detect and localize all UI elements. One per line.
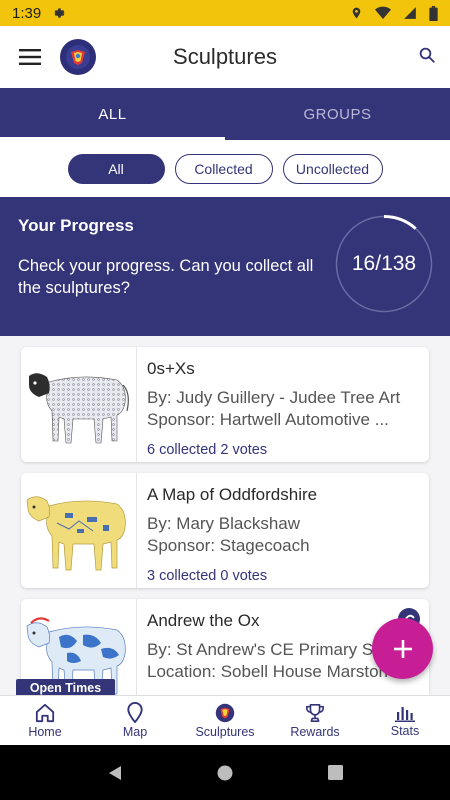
location-icon — [352, 7, 361, 19]
filter-all-chip[interactable]: All — [67, 153, 165, 184]
nav-rewards[interactable]: Rewards — [270, 696, 360, 745]
bar-chart-icon — [395, 706, 415, 722]
trophy-icon — [306, 703, 324, 722]
sculpture-stats: 6 collected 2 votes — [147, 442, 268, 458]
filter-uncollected-chip[interactable]: Uncollected — [282, 153, 383, 184]
plus-icon — [393, 639, 412, 658]
nav-map[interactable]: Map — [90, 696, 180, 745]
list-item-sculpture[interactable]: A Map of Oddfordshire By: Mary Blackshaw… — [21, 473, 429, 588]
sculpture-logo-icon — [215, 703, 235, 722]
nav-sculptures[interactable]: Sculptures — [180, 696, 270, 745]
home-icon — [35, 703, 55, 722]
filter-bar: All Collected Uncollected — [0, 140, 450, 197]
wifi-icon — [375, 6, 391, 19]
battery-icon — [429, 5, 438, 21]
map-pin-icon — [127, 702, 143, 723]
tab-all[interactable]: ALL — [0, 88, 225, 140]
recents-icon[interactable] — [327, 765, 343, 780]
add-fab-button[interactable] — [372, 618, 433, 679]
cow-image-map — [26, 496, 126, 571]
nav-sculptures-label: Sculptures — [195, 724, 255, 739]
sculpture-artist: By: Mary Blackshaw — [147, 514, 301, 533]
menu-button[interactable] — [0, 26, 60, 88]
app-bar: Sculptures — [0, 26, 450, 88]
sculpture-name: Andrew the Ox — [147, 611, 260, 630]
app-logo — [60, 39, 96, 75]
sculpture-artist: By: Judy Guillery - Judee Tree Art — [147, 388, 401, 407]
signal-icon — [404, 7, 416, 19]
nav-map-label: Map — [122, 725, 148, 739]
cow-logo-icon — [66, 45, 90, 69]
status-time: 1:39 — [12, 4, 42, 22]
sculpture-sponsor: Sponsor: Stagecoach — [147, 536, 310, 555]
sculpture-stats: 3 collected 0 votes — [147, 568, 268, 584]
progress-description: Check your progress. Can you collect all… — [18, 257, 314, 297]
progress-panel: Your Progress Check your progress. Can y… — [0, 197, 450, 336]
bottom-nav: Home Map Sculptures Rewards Stats — [0, 695, 450, 745]
home-circle-icon[interactable] — [217, 765, 233, 781]
list-item-sculpture[interactable]: 0s+Xs By: Judy Guillery - Judee Tree Art… — [21, 347, 429, 462]
back-icon[interactable] — [107, 765, 123, 781]
nav-home[interactable]: Home — [0, 696, 90, 745]
status-bar: 1:39 — [0, 0, 450, 26]
hamburger-menu-icon — [19, 49, 41, 65]
progress-title: Your Progress — [18, 216, 134, 235]
filter-collected-chip[interactable]: Collected — [174, 153, 273, 184]
search-icon — [419, 47, 435, 63]
sculpture-sponsor: Sponsor: Hartwell Automotive ... — [147, 410, 389, 429]
tab-groups[interactable]: GROUPS — [225, 88, 450, 140]
tab-bar: ALL GROUPS — [0, 88, 450, 140]
nav-home-label: Home — [28, 724, 62, 739]
progress-count: 16/138 — [351, 252, 417, 275]
cow-image-patterned — [29, 373, 129, 444]
nav-stats-label: Stats — [390, 723, 420, 738]
sculpture-thumbnail — [21, 473, 137, 588]
nav-rewards-label: Rewards — [290, 724, 340, 739]
search-button[interactable] — [418, 46, 436, 69]
nav-stats[interactable]: Stats — [360, 696, 450, 745]
settings-icon — [54, 8, 65, 18]
system-nav-bar — [0, 745, 450, 800]
sculpture-name: 0s+Xs — [147, 359, 195, 378]
sculpture-name: A Map of Oddfordshire — [147, 485, 318, 504]
sculpture-thumbnail — [21, 347, 137, 462]
